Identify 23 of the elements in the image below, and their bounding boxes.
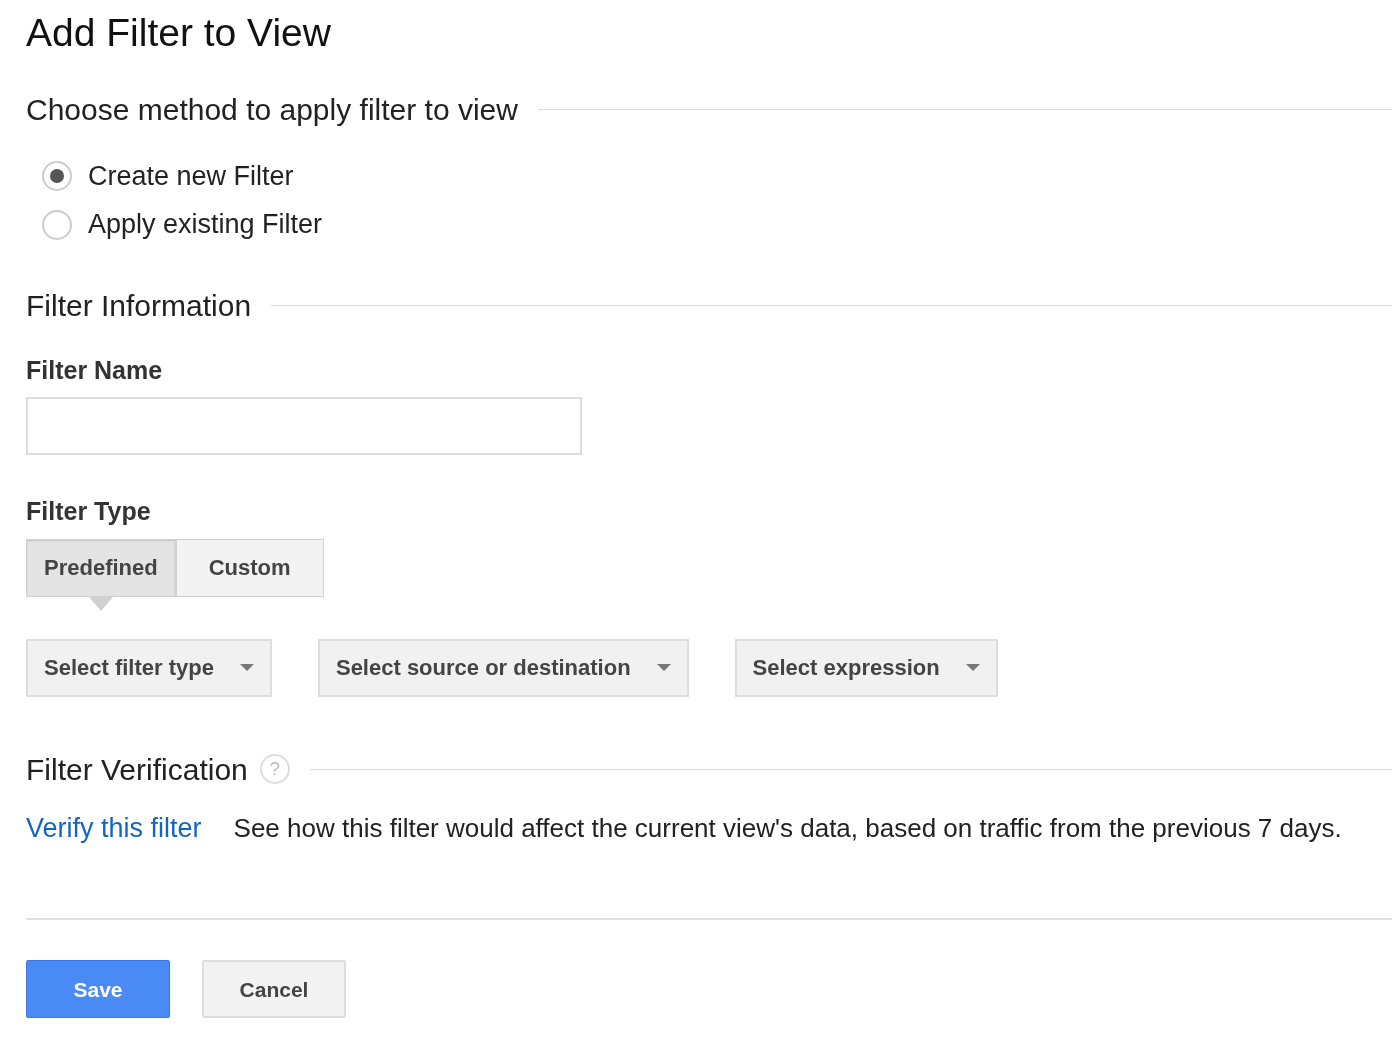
description-text: See how this filter would affect the current view's data, based on traffic from the previous 7 days. (233, 811, 1342, 845)
radio-label: Create new Filter (88, 159, 294, 193)
section-heading: Choose method to apply filter to view (26, 91, 518, 128)
caret-icon (965, 664, 980, 672)
field-label: Filter Type (26, 496, 152, 528)
section-heading: Filter Verification (26, 751, 248, 788)
radio-label: Apply existing Filter (88, 208, 323, 242)
field-label: Filter Name (26, 354, 164, 386)
radio-button[interactable] (42, 209, 72, 240)
input-field[interactable] (26, 397, 582, 456)
tab-pointer (88, 596, 113, 611)
caret-icon (239, 664, 254, 672)
dropdown[interactable]: Select filter type (26, 638, 272, 697)
cancel-button[interactable]: Cancel (202, 960, 346, 1019)
section-heading: Filter Information (26, 287, 252, 324)
dropdown[interactable]: Select source or destination (317, 638, 689, 697)
radio-button[interactable] (42, 161, 72, 192)
page-title: Add Filter to View (26, 10, 332, 56)
verify-link[interactable]: Verify this filter (26, 807, 202, 849)
dropdown[interactable]: Select expression (734, 638, 998, 697)
tab[interactable]: Custom (175, 538, 324, 597)
tab[interactable]: Predefined (26, 538, 176, 597)
caret-icon (656, 664, 671, 672)
